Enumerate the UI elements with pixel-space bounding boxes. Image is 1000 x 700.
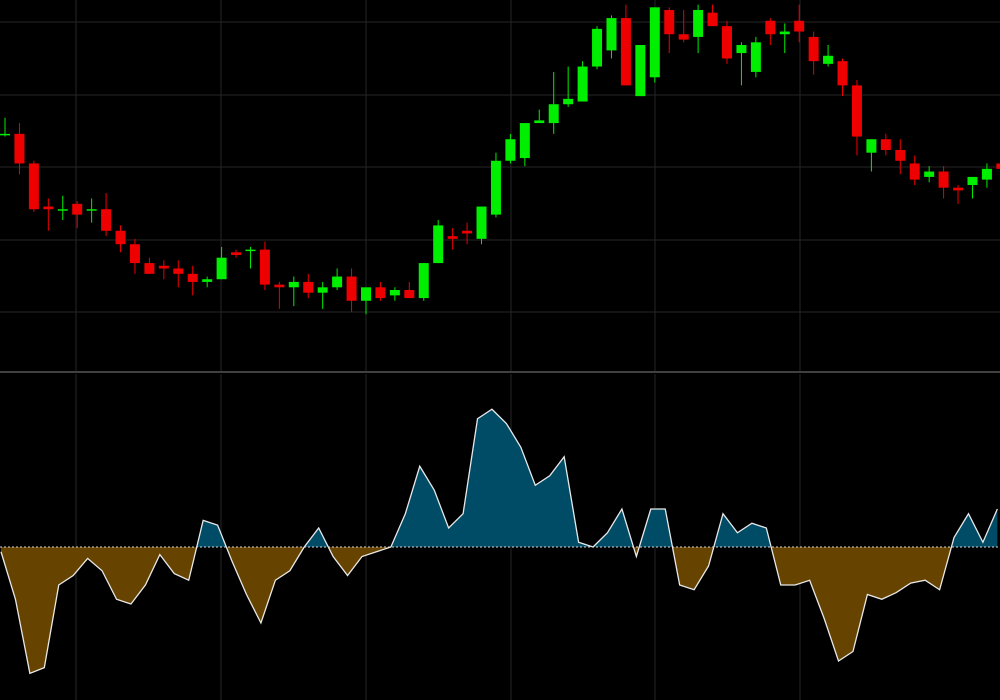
candle-body: [779, 31, 790, 35]
candle-body: [187, 273, 198, 282]
candle-body: [245, 249, 256, 252]
candle-body: [404, 290, 415, 299]
candle-body: [866, 139, 877, 153]
candle-body: [750, 42, 761, 72]
candle-body: [317, 287, 328, 293]
candle-body: [303, 281, 314, 293]
candle-body: [981, 168, 992, 180]
candle-body: [216, 257, 227, 280]
candle-body: [707, 12, 718, 27]
candle-body: [505, 139, 516, 161]
candle-body: [765, 20, 776, 35]
chart-area: [0, 0, 1000, 700]
candle-body: [57, 209, 68, 211]
candle-body: [0, 133, 10, 136]
candle-body: [274, 284, 285, 288]
candle-body: [794, 20, 805, 32]
candle-body: [635, 45, 646, 97]
candle-body: [259, 249, 270, 285]
candle-body: [115, 230, 126, 245]
candle-body: [563, 98, 574, 105]
price-panel: [0, 0, 1000, 372]
candle-body: [519, 123, 530, 159]
candle-body: [664, 10, 675, 35]
candle-body: [288, 281, 299, 288]
candle-body: [620, 18, 631, 86]
candle-body: [837, 61, 848, 86]
candle-body: [851, 85, 862, 137]
candle-body: [490, 160, 501, 215]
candle-body: [158, 265, 169, 269]
candle-body: [231, 252, 242, 255]
candle-body: [43, 206, 54, 210]
candle-body: [880, 139, 891, 150]
candle-body: [534, 120, 545, 124]
oscillator-panel[interactable]: [0, 374, 1000, 700]
candle-body: [967, 176, 978, 185]
candle-body: [808, 36, 819, 62]
candle-body: [14, 133, 25, 164]
panel-separator: [0, 371, 1000, 373]
candle-body: [144, 263, 155, 274]
candle-body: [996, 163, 1000, 169]
candle-body: [895, 150, 906, 161]
candle-body: [28, 163, 39, 210]
candle-body: [129, 244, 140, 264]
candle-body: [375, 287, 386, 299]
candle-body: [447, 236, 458, 239]
candle-body: [924, 171, 935, 177]
candle-body: [909, 163, 920, 180]
candle-body: [592, 28, 603, 67]
candle-body: [678, 34, 689, 40]
candle-body: [476, 206, 487, 239]
candle-body: [433, 225, 444, 264]
candle-body: [577, 66, 588, 102]
candle-body: [606, 18, 617, 51]
candle-body: [462, 230, 473, 234]
candle-body: [173, 268, 184, 274]
candle-body: [649, 7, 660, 78]
candle-body: [938, 171, 949, 188]
candle-body: [346, 276, 357, 301]
candle-body: [548, 104, 559, 124]
candle-body: [86, 209, 97, 211]
candle-body: [361, 287, 371, 301]
candle-body: [101, 209, 112, 231]
candle-body: [332, 276, 343, 288]
candle-body: [722, 26, 732, 59]
candle-body: [953, 187, 964, 191]
candle-body: [202, 279, 213, 282]
candle-body: [72, 203, 83, 215]
candle-body: [389, 290, 400, 296]
candle-body: [418, 263, 429, 299]
candle-body: [823, 55, 834, 64]
candle-body: [693, 10, 704, 37]
candle-body: [736, 45, 747, 54]
